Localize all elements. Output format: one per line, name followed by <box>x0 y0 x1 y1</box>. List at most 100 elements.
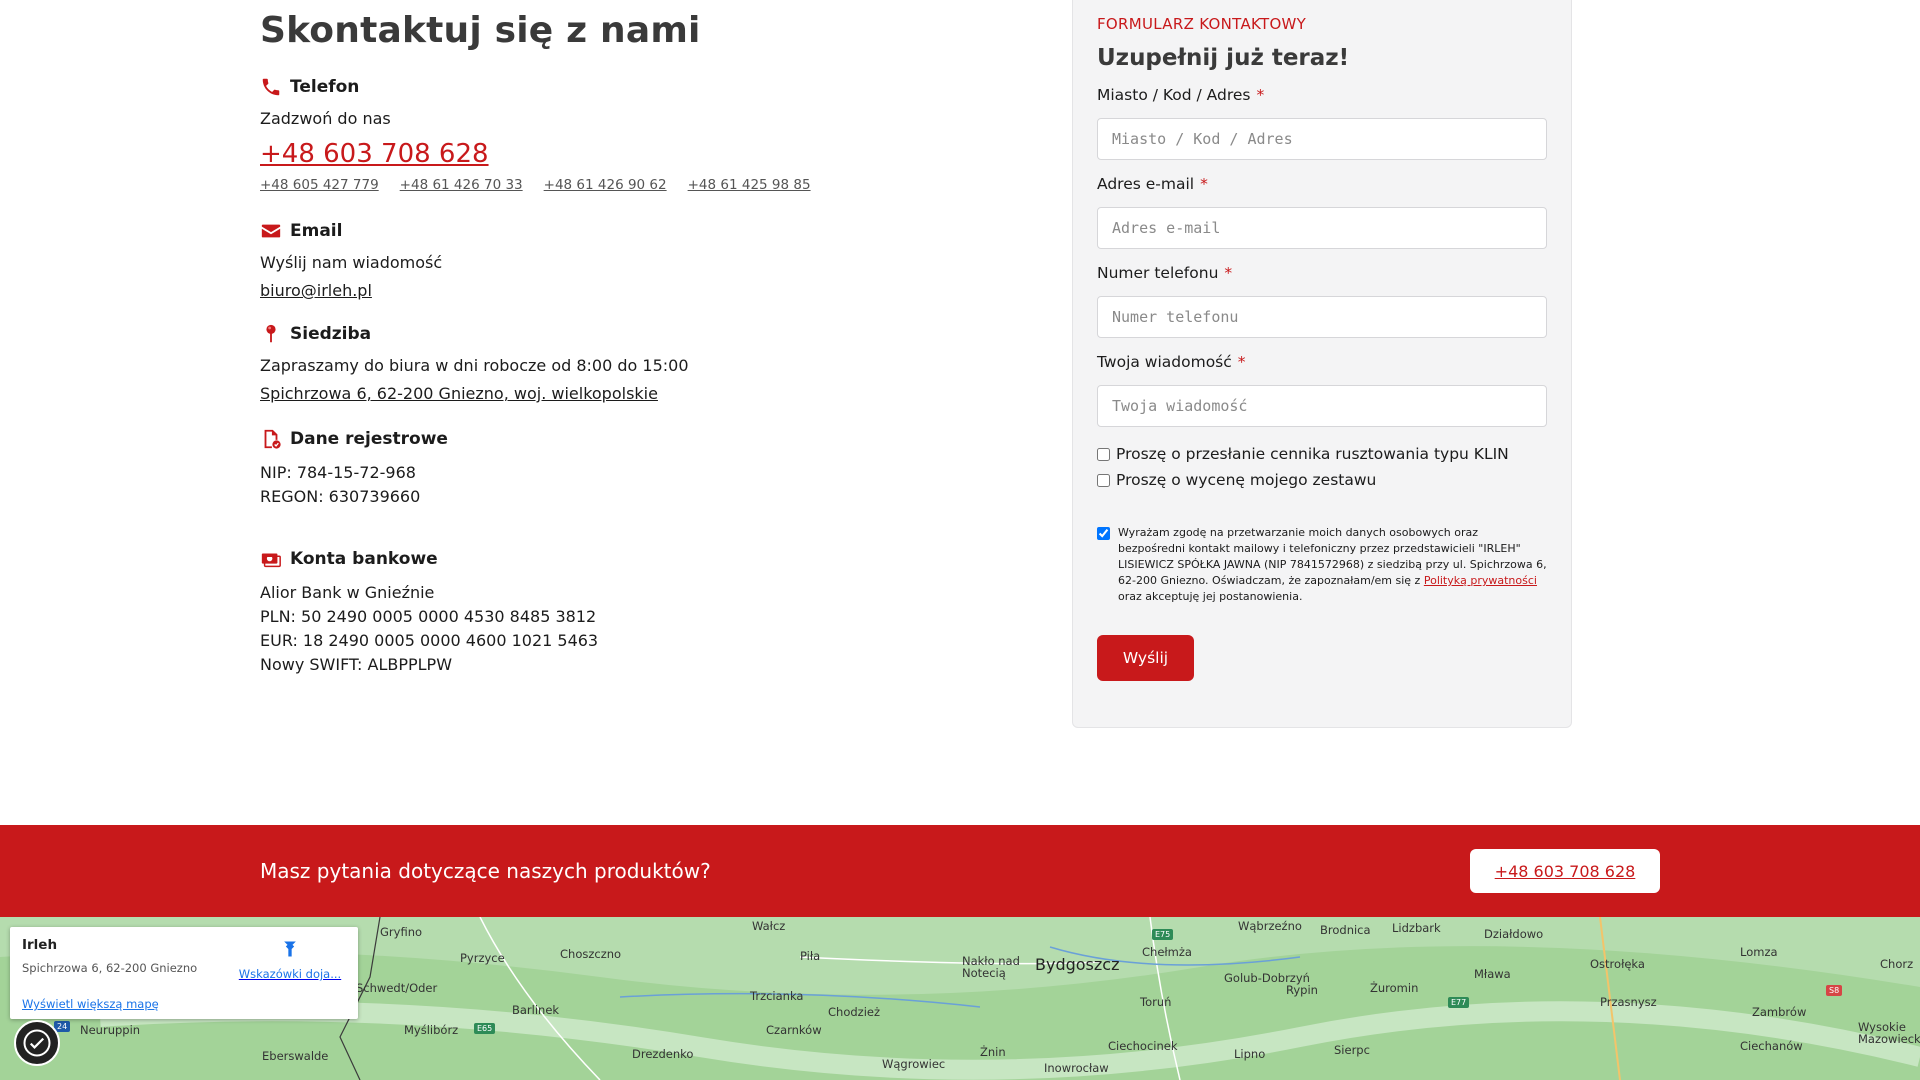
map-label: Ciechanów <box>1740 1039 1803 1053</box>
message-input[interactable] <box>1097 385 1547 427</box>
phone-input[interactable] <box>1097 296 1547 338</box>
money-icon <box>261 553 281 568</box>
map-label: Żuromin <box>1370 981 1419 995</box>
email-input[interactable] <box>1097 207 1547 249</box>
bank-swift: Nowy SWIFT: ALBPPLPW <box>260 655 453 674</box>
registry-heading: Dane rejestrowe <box>260 425 1040 453</box>
main-phone-link[interactable]: +48 603 708 628 <box>260 139 489 169</box>
form-kicker: FORMULARZ KONTAKTOWY <box>1097 15 1307 33</box>
map-label: Ciechocinek <box>1108 1039 1178 1053</box>
consent-text: Wyrażam zgodę na przetwarzanie moich dan… <box>1118 526 1547 603</box>
cta-band: Masz pytania dotyczące naszych produktów… <box>0 825 1920 917</box>
form-title: Uzupełnij już teraz! <box>1097 45 1350 71</box>
bank-eur: EUR: 18 2490 0005 0000 4600 1021 5463 <box>260 631 599 650</box>
pricelist-label: Proszę o przesłanie cennika rusztowania … <box>1116 445 1509 463</box>
map-label: Zambrów <box>1752 1005 1807 1019</box>
submit-button[interactable]: Wyślij <box>1097 635 1194 681</box>
consent-option[interactable]: Wyrażam zgodę na przetwarzanie moich dan… <box>1097 525 1547 605</box>
phone-link-1[interactable]: +48 605 427 779 <box>260 177 379 193</box>
map-label: Wysokie Mazowieckie <box>1858 1020 1920 1046</box>
map-label: Myślibórz <box>404 1023 459 1037</box>
cta-phone-button[interactable]: +48 603 708 628 <box>1470 849 1660 893</box>
map-label: Neuruppin <box>80 1023 141 1037</box>
pricelist-checkbox[interactable] <box>1097 447 1110 461</box>
phone-heading: Telefon <box>260 73 1040 101</box>
map-label: Brodnica <box>1320 923 1371 937</box>
office-heading: Siedziba <box>260 320 1040 348</box>
contact-section: Skontaktuj się z nami Telefon Zadzwoń do… <box>260 0 1040 677</box>
phone-icon <box>262 78 280 96</box>
email-heading-text: Email <box>290 221 343 241</box>
map-label: Piła <box>800 949 821 963</box>
map-label: Choszczno <box>560 947 622 961</box>
map-label: Żnin <box>980 1045 1006 1059</box>
phone-subtitle: Zadzwoń do nas <box>260 109 391 128</box>
directions-button[interactable]: Wskazówki doja... <box>235 939 345 981</box>
quote-option[interactable]: Proszę o wycenę mojego zestawu <box>1097 471 1547 489</box>
road-badge: E65 <box>474 1023 496 1034</box>
email-field-group: Adres e-mail * <box>1097 175 1547 249</box>
map-label: Rypin <box>1286 983 1318 997</box>
bank-section: Konta bankowe Alior Bank w Gnieźnie PLN:… <box>260 545 1040 677</box>
phone-link-4[interactable]: +48 61 425 98 85 <box>688 177 811 193</box>
bank-name: Alior Bank w Gnieźnie <box>260 583 435 602</box>
map-label: Trzcianka <box>750 989 804 1003</box>
map-label: Sierpc <box>1334 1043 1370 1057</box>
bank-data: Alior Bank w Gnieźnie PLN: 50 2490 0005 … <box>260 581 1040 677</box>
map-label: Bydgoszcz <box>1035 955 1120 974</box>
email-label: Adres e-mail * <box>1097 175 1208 193</box>
address-input[interactable] <box>1097 118 1547 160</box>
road-badge: E77 <box>1448 997 1470 1008</box>
map-label: Wąbrzeźno <box>1238 919 1302 933</box>
pricelist-option[interactable]: Proszę o przesłanie cennika rusztowania … <box>1097 445 1547 463</box>
map-label: Przasnysz <box>1600 995 1657 1009</box>
map-label: Lomza <box>1740 945 1778 959</box>
map-label: Wągrowiec <box>882 1057 946 1071</box>
phone-label: Numer telefonu * <box>1097 264 1233 282</box>
road-badge: S8 <box>1826 985 1843 996</box>
larger-map-link[interactable]: Wyświetl większą mapę <box>22 997 159 1011</box>
office-heading-text: Siedziba <box>290 324 372 344</box>
option-checkboxes: Proszę o przesłanie cennika rusztowania … <box>1097 445 1547 489</box>
map-label: Schwedt/Oder <box>356 981 438 995</box>
map-label: Drezdenko <box>632 1047 694 1061</box>
accessibility-button[interactable] <box>14 1020 60 1066</box>
page-title: Skontaktuj się z nami <box>260 10 701 51</box>
phone-section: Telefon Zadzwoń do nas +48 603 708 628 +… <box>260 73 1040 193</box>
email-section: Email Wyślij nam wiadomość biuro@irleh.p… <box>260 217 1040 300</box>
email-heading: Email <box>260 217 1040 245</box>
map-label: Gryfino <box>380 925 423 939</box>
map-label: Wałcz <box>752 919 786 933</box>
contact-form: FORMULARZ KONTAKTOWY Uzupełnij już teraz… <box>1072 0 1572 728</box>
quote-checkbox[interactable] <box>1097 473 1110 487</box>
road-badge: E75 <box>1152 929 1174 940</box>
directions-label: Wskazówki doja... <box>238 967 342 981</box>
consent-checkbox[interactable] <box>1097 527 1110 540</box>
office-address-link[interactable]: Spichrzowa 6, 62-200 Gniezno, woj. wielk… <box>260 384 658 403</box>
registry-heading-text: Dane rejestrowe <box>290 429 448 449</box>
phone-link-2[interactable]: +48 61 426 70 33 <box>400 177 523 193</box>
address-field-group: Miasto / Kod / Adres * <box>1097 86 1547 160</box>
email-link[interactable]: biuro@irleh.pl <box>260 281 372 300</box>
map-pin-icon <box>266 324 276 343</box>
map-label: Nakło nad Notecią <box>962 954 1020 980</box>
map-place-card: Irleh Spichrzowa 6, 62-200 Gniezno Wskaz… <box>10 927 358 1019</box>
privacy-policy-link[interactable]: Polityką prywatności <box>1424 574 1537 587</box>
office-hours: Zapraszamy do biura w dni robocze od 8:0… <box>260 356 689 375</box>
map-label: Toruń <box>1140 995 1172 1009</box>
bank-pln: PLN: 50 2490 0005 0000 4530 8485 3812 <box>260 607 597 626</box>
regon-text: REGON: 630739660 <box>260 487 421 506</box>
bank-heading-text: Konta bankowe <box>290 549 438 569</box>
map-label: Barlinek <box>512 1003 560 1017</box>
nip-text: NIP: 784-15-72-968 <box>260 463 416 482</box>
map-label: Chełmża <box>1142 945 1192 959</box>
cta-text: Masz pytania dotyczące naszych produktów… <box>260 859 711 883</box>
phone-link-3[interactable]: +48 61 426 90 62 <box>544 177 667 193</box>
office-section: Siedziba Zapraszamy do biura w dni roboc… <box>260 320 1040 403</box>
other-phones: +48 605 427 779 +48 61 426 70 33 +48 61 … <box>260 177 1040 193</box>
map-label: Chorz <box>1880 957 1914 971</box>
phone-field-group: Numer telefonu * <box>1097 264 1547 338</box>
embedded-map[interactable]: Gryfino Pyrzyce Choszczno Wałcz Piła Nak… <box>0 917 1920 1080</box>
map-label: Chodzież <box>828 1005 880 1019</box>
bank-heading: Konta bankowe <box>260 545 1040 573</box>
